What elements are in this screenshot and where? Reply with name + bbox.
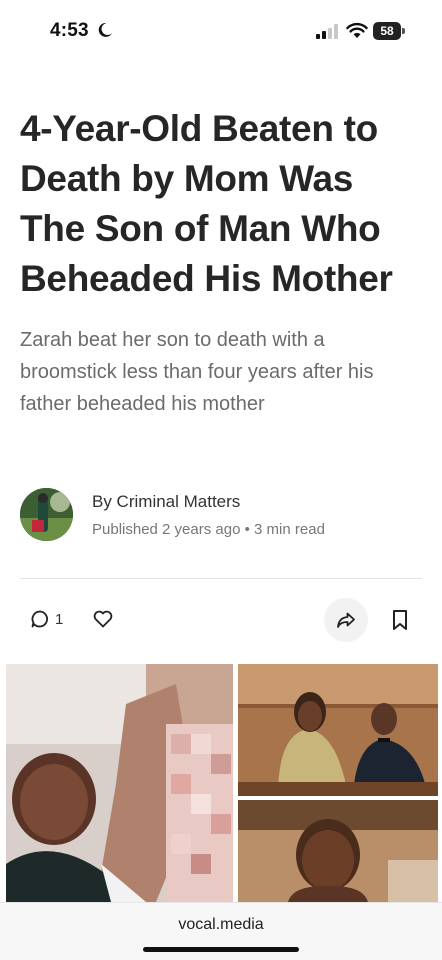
read-time: 3 min read bbox=[254, 521, 325, 538]
meta-separator: • bbox=[244, 521, 250, 538]
battery-level: 58 bbox=[373, 22, 401, 40]
published-date: Published 2 years ago bbox=[92, 521, 241, 538]
wifi-icon bbox=[346, 22, 368, 38]
divider bbox=[20, 578, 422, 579]
battery-icon: 58 bbox=[373, 22, 405, 40]
photo-selfie bbox=[6, 664, 233, 902]
article-meta: Published 2 years ago • 3 min read bbox=[92, 521, 325, 538]
byline: By Criminal Matters Published 2 years ag… bbox=[20, 488, 420, 544]
battery-tip bbox=[402, 28, 405, 34]
status-time: 4:53 bbox=[50, 20, 89, 41]
author-avatar[interactable] bbox=[20, 488, 73, 541]
comment-button[interactable]: 1 bbox=[30, 608, 63, 630]
share-icon bbox=[337, 612, 355, 628]
article-headline: 4-Year-Old Beaten to Death by Mom Was Th… bbox=[20, 108, 393, 299]
url-field[interactable]: vocal.media bbox=[0, 916, 442, 934]
article-header: 4-Year-Old Beaten to Death by Mom Was Th… bbox=[20, 104, 422, 420]
status-bar: 4:53 58 bbox=[0, 0, 442, 62]
bookmark-icon[interactable] bbox=[390, 609, 410, 631]
heart-icon[interactable] bbox=[92, 608, 114, 630]
author-name[interactable]: By Criminal Matters bbox=[92, 492, 240, 512]
article-subtitle: Zarah beat her son to death with a broom… bbox=[20, 329, 374, 415]
browser-bottom-bar: vocal.media bbox=[0, 902, 442, 960]
action-bar: 1 bbox=[20, 598, 422, 642]
comment-count: 1 bbox=[55, 610, 64, 628]
home-indicator[interactable] bbox=[143, 947, 299, 952]
article-image-collage[interactable] bbox=[6, 664, 438, 902]
signal-icon bbox=[316, 24, 338, 39]
photo-courtroom bbox=[238, 664, 438, 796]
comment-icon bbox=[31, 610, 48, 628]
photo-child bbox=[238, 800, 438, 902]
share-button[interactable] bbox=[324, 598, 368, 642]
moon-icon bbox=[98, 22, 112, 37]
